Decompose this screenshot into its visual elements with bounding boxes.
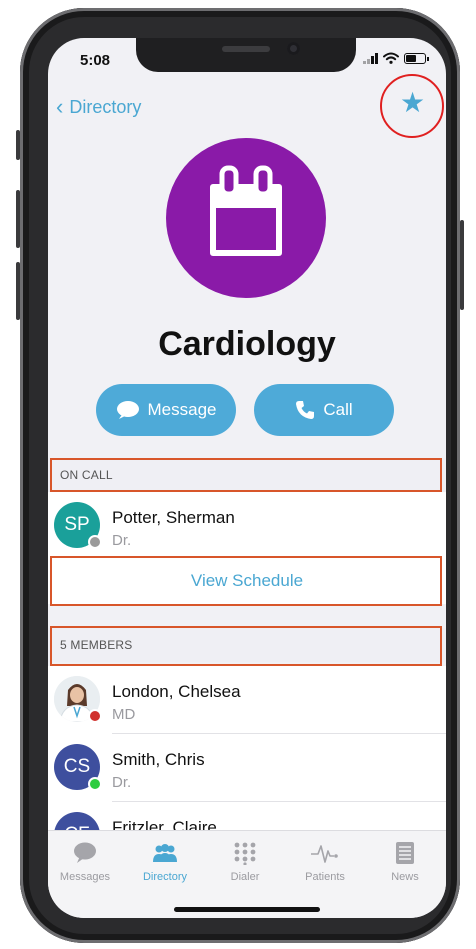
newspaper-icon bbox=[396, 842, 414, 864]
chat-bubble-icon bbox=[74, 842, 96, 863]
member-title: Dr. bbox=[112, 774, 132, 791]
department-title: Cardiology bbox=[158, 325, 336, 363]
message-label: Message bbox=[147, 400, 217, 419]
avatar-initials: SP bbox=[64, 514, 90, 535]
tab-messages[interactable]: Messages bbox=[50, 841, 120, 883]
member-name: Smith, Chris bbox=[112, 750, 205, 769]
person-title: Dr. bbox=[112, 532, 132, 549]
message-button[interactable]: Message bbox=[96, 384, 236, 436]
tab-label: News bbox=[391, 871, 419, 883]
on-call-header-highlight bbox=[50, 458, 442, 492]
view-schedule-highlight bbox=[50, 556, 442, 606]
back-label: Directory bbox=[69, 96, 142, 117]
back-button[interactable]: ‹ Directory bbox=[56, 96, 141, 118]
tab-label: Dialer bbox=[230, 871, 260, 883]
app-screen: 5:08 ‹ Directory ★ Cardiology Message Ca… bbox=[48, 38, 446, 918]
people-icon bbox=[153, 844, 177, 862]
department-avatar bbox=[166, 138, 326, 298]
tab-label: Directory bbox=[142, 871, 187, 883]
power-button bbox=[460, 220, 464, 310]
avatar: SP bbox=[54, 502, 102, 549]
tab-label: Patients bbox=[305, 871, 345, 883]
signal-icon bbox=[363, 52, 378, 64]
volume-up-button bbox=[16, 190, 20, 248]
favorite-highlight-circle bbox=[380, 74, 444, 138]
tab-bar: Messages Directory Dialer Patients News bbox=[48, 830, 446, 918]
pulse-icon bbox=[311, 845, 338, 863]
on-call-person-row[interactable]: SP Potter, Sherman Dr. bbox=[48, 492, 446, 560]
member-row[interactable]: London, Chelsea MD bbox=[48, 666, 446, 734]
avatar: CS bbox=[54, 744, 102, 791]
notch bbox=[136, 38, 356, 72]
avatar-initials: CS bbox=[63, 756, 91, 777]
member-name: London, Chelsea bbox=[112, 682, 241, 701]
status-online-indicator bbox=[88, 777, 102, 791]
chat-bubble-icon bbox=[116, 401, 139, 419]
silent-switch bbox=[16, 130, 20, 160]
call-button[interactable]: Call bbox=[254, 384, 394, 436]
tab-dialer[interactable]: Dialer bbox=[210, 841, 280, 883]
speaker-grille bbox=[222, 46, 270, 52]
chevron-left-icon: ‹ bbox=[56, 94, 64, 119]
tab-patients[interactable]: Patients bbox=[290, 841, 360, 883]
tab-label: Messages bbox=[59, 871, 111, 883]
front-camera bbox=[287, 42, 300, 55]
calendar-icon bbox=[210, 165, 282, 256]
member-title: MD bbox=[112, 706, 136, 723]
status-busy-indicator bbox=[88, 709, 102, 723]
status-time: 5:08 bbox=[80, 52, 111, 69]
status-icons bbox=[363, 52, 429, 64]
battery-icon bbox=[404, 52, 429, 64]
person-name: Potter, Sherman bbox=[112, 508, 235, 527]
tab-directory[interactable]: Directory bbox=[130, 841, 200, 883]
wifi-icon bbox=[383, 52, 399, 64]
volume-down-button bbox=[16, 262, 20, 320]
keypad-icon bbox=[234, 842, 256, 865]
status-offline-indicator bbox=[88, 535, 102, 549]
avatar-photo bbox=[54, 676, 102, 723]
home-indicator[interactable] bbox=[174, 907, 320, 912]
phone-icon bbox=[296, 401, 315, 419]
member-row[interactable]: CS Smith, Chris Dr. bbox=[48, 734, 446, 802]
tab-news[interactable]: News bbox=[370, 841, 440, 883]
members-header-highlight bbox=[50, 626, 442, 666]
call-label: Call bbox=[323, 400, 353, 419]
